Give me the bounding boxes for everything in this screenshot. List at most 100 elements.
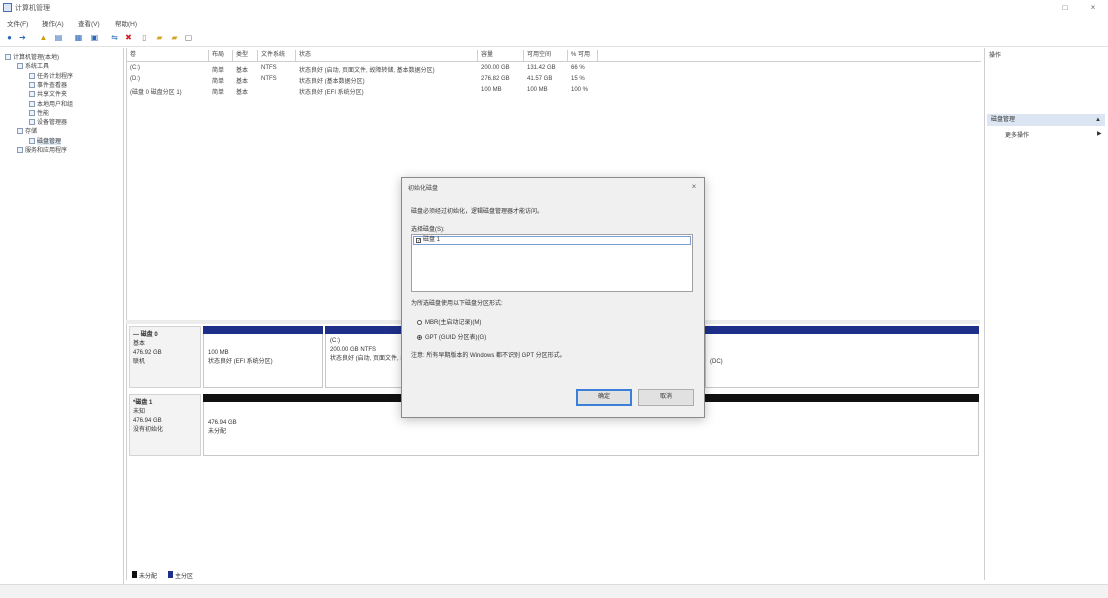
- tree-node-icon: [29, 100, 35, 107]
- disk-status: 联机: [133, 359, 146, 365]
- menu-file[interactable]: 文件(F): [7, 18, 28, 28]
- column-header-filesystem[interactable]: 文件系统: [258, 50, 296, 61]
- tree-item-label: 存储: [25, 129, 38, 136]
- partition-size: 100 MB: [208, 350, 229, 356]
- tree-item-label: 本地用户和组: [37, 101, 74, 108]
- tree-node-icon: [29, 137, 35, 144]
- disk-name: — 磁盘 0: [133, 332, 158, 338]
- menu-view[interactable]: 查看(V): [78, 18, 100, 28]
- cell-volume: (磁盘 0 磁盘分区 1): [130, 90, 182, 96]
- help-icon[interactable]: ▣: [90, 33, 99, 42]
- cell-capacity: 200.00 GB: [481, 65, 510, 71]
- cell-free-space: 100 MB: [527, 87, 548, 93]
- column-header-capacity[interactable]: 容量: [478, 50, 524, 61]
- radio-button[interactable]: [417, 320, 422, 325]
- disk-0-label[interactable]: — 磁盘 0 基本 476.92 GB 联机: [129, 326, 201, 388]
- ok-button[interactable]: 确定: [576, 389, 632, 406]
- window-title: 计算机管理: [15, 5, 50, 12]
- column-header-status[interactable]: 状态: [296, 50, 478, 61]
- tree-item[interactable]: 任务计划程序: [29, 71, 73, 80]
- title-bar: 计算机管理 □ ×: [0, 0, 1108, 16]
- tree-node-icon: [17, 147, 23, 153]
- cell-status: 状态良好 (基本数据分区): [299, 79, 365, 85]
- cell-percent-free: 100 %: [571, 87, 589, 93]
- radio-gpt[interactable]: GPT (GUID 分区表)(G): [417, 332, 486, 341]
- partition-efi[interactable]: 100 MB 状态良好 (EFI 系统分区): [203, 326, 323, 388]
- cell-free-space: 41.57 GB: [527, 76, 553, 82]
- up-icon[interactable]: ▲: [39, 33, 48, 42]
- folder-search-icon[interactable]: ▰: [170, 33, 179, 42]
- delete-icon[interactable]: ✖: [124, 33, 133, 42]
- table-row[interactable]: (磁盘 0 磁盘分区 1) 简单 基本 状态良好 (EFI 系统分区) 100 MB 10…: [127, 87, 981, 97]
- dialog-note: 注意: 所有早期版本的 Windows 都不识别 GPT 分区形式。: [411, 353, 566, 359]
- dialog-title: 初始化磁盘: [408, 186, 439, 192]
- submenu-arrow-icon[interactable]: ▶: [1097, 130, 1102, 137]
- tree-item[interactable]: 设备管理器: [29, 117, 67, 126]
- cancel-button[interactable]: 取消: [638, 389, 694, 406]
- dialog-instruction: 磁盘必须经过初始化，逻辑磁盘管理器才能访问。: [411, 209, 544, 215]
- disk-listbox[interactable]: ✓ 磁盘 1: [411, 234, 693, 292]
- forward-icon[interactable]: ➔: [18, 33, 27, 42]
- properties-icon[interactable]: ▦: [74, 33, 83, 42]
- show-hide-tree-icon[interactable]: ▤: [54, 33, 63, 42]
- dialog-close-button[interactable]: ×: [688, 181, 700, 193]
- column-header-type[interactable]: 类型: [233, 50, 258, 61]
- close-button[interactable]: ×: [1085, 1, 1101, 15]
- tree-item[interactable]: 存储: [17, 126, 37, 135]
- legend-label-primary: 主分区: [175, 574, 194, 580]
- tree-item-label: 计算机管理(本地): [13, 55, 59, 61]
- tree-node-icon: [29, 91, 35, 98]
- folder-icon[interactable]: ▰: [155, 33, 164, 42]
- open-icon[interactable]: ▯: [140, 33, 149, 42]
- tree-item[interactable]: 共享文件夹: [29, 89, 67, 98]
- collapse-arrow-icon[interactable]: ▲: [1095, 114, 1101, 126]
- tree-item[interactable]: 计算机管理(本地): [5, 52, 59, 61]
- tree-item-label: 事件查看器: [37, 82, 68, 89]
- partition-status: 未分配: [208, 429, 227, 435]
- section-label: 磁盘管理: [991, 117, 1016, 123]
- column-header-free-space[interactable]: 可用空间: [524, 50, 568, 61]
- connect-icon[interactable]: ⇋: [110, 33, 119, 42]
- tree-item[interactable]: 性能: [29, 108, 49, 117]
- actions-section-disk-management[interactable]: 磁盘管理 ▲: [987, 114, 1105, 126]
- tree-item-label: 系统工具: [25, 64, 50, 71]
- back-icon[interactable]: ●: [5, 33, 14, 42]
- table-row[interactable]: (D:) 简单 基本 NTFS 状态良好 (基本数据分区) 276.82 GB 41.57 …: [127, 76, 981, 86]
- partition-status: (DC): [710, 359, 723, 365]
- partition-d[interactable]: (DC): [705, 326, 979, 388]
- tree-item[interactable]: 本地用户和组: [29, 99, 73, 108]
- tree-node-icon: [29, 109, 35, 116]
- partition-style-label: 为所选磁盘使用以下磁盘分区形式:: [411, 301, 503, 307]
- tree-item[interactable]: 服务和应用程序: [17, 145, 67, 154]
- tree-item[interactable]: 系统工具: [17, 61, 49, 70]
- menu-action[interactable]: 操作(A): [42, 18, 64, 28]
- cell-filesystem: NTFS: [261, 65, 277, 71]
- column-header-layout[interactable]: 布局: [209, 50, 233, 61]
- table-row[interactable]: (C:) 简单 基本 NTFS 状态良好 (启动, 页面文件, 故障转储, 基本数据分区…: [127, 65, 981, 75]
- tree-item-label: 任务计划程序: [37, 73, 74, 80]
- export-icon[interactable]: ▢: [184, 33, 193, 42]
- more-actions-link[interactable]: 更多操作: [1005, 130, 1029, 139]
- computer-management-icon: [3, 3, 12, 12]
- menu-bar: 文件(F) 操作(A) 查看(V) 帮助(H): [0, 16, 1108, 29]
- radio-mbr[interactable]: MBR(主启动记录)(M): [417, 317, 481, 326]
- radio-button-selected[interactable]: [417, 335, 422, 340]
- disk-1-label[interactable]: *磁盘 1 未知 476.94 GB 没有初始化: [129, 394, 201, 456]
- disk-type: 未知: [133, 409, 146, 415]
- status-bar: [0, 584, 1108, 598]
- tree-item[interactable]: 磁盘管理: [29, 136, 62, 145]
- initialize-disk-dialog: 初始化磁盘 × 磁盘必须经过初始化，逻辑磁盘管理器才能访问。 选择磁盘(S): …: [401, 177, 705, 418]
- tree-node-icon: [5, 54, 11, 60]
- column-header-percent-free[interactable]: % 可用: [568, 50, 598, 61]
- column-header-volume[interactable]: 卷: [127, 50, 209, 61]
- dialog-body: 磁盘必须经过初始化，逻辑磁盘管理器才能访问。 选择磁盘(S): ✓ 磁盘 1 为所…: [403, 196, 703, 417]
- tree-item[interactable]: 事件查看器: [29, 80, 67, 89]
- tree-node-icon: [29, 119, 35, 126]
- actions-pane: 操作 磁盘管理 ▲ 更多操作 ▶: [984, 48, 1108, 580]
- menu-help[interactable]: 帮助(H): [115, 18, 137, 28]
- disk-checkbox[interactable]: ✓: [416, 238, 421, 244]
- primary-partition-bar: [203, 326, 323, 334]
- maximize-button[interactable]: □: [1057, 1, 1073, 15]
- cell-free-space: 131.42 GB: [527, 65, 556, 71]
- disk-list-item[interactable]: ✓ 磁盘 1: [413, 236, 691, 245]
